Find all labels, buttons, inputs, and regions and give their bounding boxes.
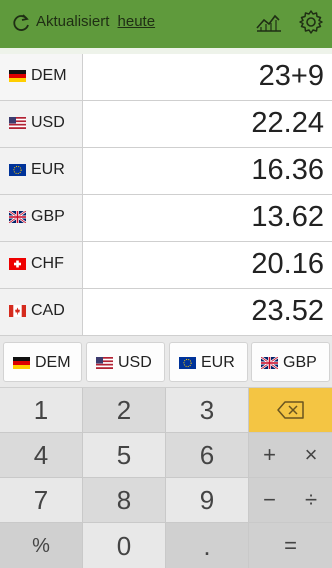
keypad: 1 2 3 4 5 6 + × 7 8 9 − ÷ % 0 . =	[0, 388, 332, 568]
key-label: %	[32, 534, 50, 557]
key-label: 1	[33, 395, 49, 425]
key-label: 4	[33, 440, 49, 470]
key-label: ÷	[304, 487, 318, 512]
currency-cell[interactable]: CAD	[0, 289, 83, 335]
refresh-icon[interactable]	[10, 12, 32, 34]
currency-code: USD	[31, 114, 65, 131]
currency-code: CHF	[31, 255, 64, 272]
ca-flag-icon	[9, 305, 26, 317]
tab-label: GBP	[283, 354, 317, 371]
tab-gbp[interactable]: GBP	[251, 342, 330, 382]
update-date-link[interactable]: heute	[118, 13, 156, 30]
currency-code: EUR	[31, 161, 65, 178]
currency-cell[interactable]: GBP	[0, 195, 83, 241]
gear-icon[interactable]	[298, 9, 324, 35]
key-label: 8	[116, 485, 132, 515]
update-status-text: Aktualisiert	[36, 13, 110, 30]
key-2[interactable]: 2	[83, 388, 166, 433]
chart-icon[interactable]	[255, 10, 283, 34]
currency-code: GBP	[31, 208, 65, 225]
currency-value[interactable]: 23.52	[251, 295, 324, 328]
key-5[interactable]: 5	[83, 433, 166, 478]
currency-cell[interactable]: USD	[0, 101, 83, 147]
percent-key[interactable]: %	[0, 523, 83, 568]
currency-row[interactable]: EUR 16.36	[0, 148, 332, 195]
currency-cell[interactable]: EUR	[0, 148, 83, 194]
key-label: ×	[304, 442, 318, 467]
key-0[interactable]: 0	[83, 523, 166, 568]
gb-flag-icon	[9, 211, 26, 223]
de-flag-icon	[13, 357, 30, 369]
equals-key[interactable]: =	[249, 523, 332, 568]
plus-key[interactable]: +	[249, 433, 290, 478]
key-4[interactable]: 4	[0, 433, 83, 478]
decimal-key[interactable]: .	[166, 523, 249, 568]
currency-row[interactable]: CHF 20.16	[0, 242, 332, 289]
backspace-icon	[276, 401, 304, 419]
key-7[interactable]: 7	[0, 478, 83, 523]
currency-value[interactable]: 22.24	[251, 107, 324, 140]
key-9[interactable]: 9	[166, 478, 249, 523]
currency-tabs: DEM USD EUR GBP	[0, 336, 332, 388]
currency-code: DEM	[31, 67, 67, 84]
ch-flag-icon	[9, 258, 26, 270]
top-bar: Aktualisiert heute	[0, 0, 332, 48]
currency-code: CAD	[31, 302, 65, 319]
key-label: .	[203, 530, 211, 561]
key-label: 9	[199, 485, 215, 515]
currency-list: DEM 23+9 USD 22.24 EUR 16.36 GBP 13.62 C…	[0, 54, 332, 336]
key-label: −	[263, 487, 276, 512]
eu-flag-icon	[9, 164, 26, 176]
gb-flag-icon	[261, 357, 278, 369]
us-flag-icon	[9, 117, 26, 129]
key-8[interactable]: 8	[83, 478, 166, 523]
currency-value[interactable]: 13.62	[251, 201, 324, 234]
key-label: 6	[199, 440, 215, 470]
key-label: 7	[33, 485, 49, 515]
currency-value[interactable]: 16.36	[251, 154, 324, 187]
backspace-key[interactable]	[249, 388, 332, 433]
divide-key[interactable]: ÷	[290, 478, 332, 523]
currency-value[interactable]: 20.16	[251, 248, 324, 281]
currency-value[interactable]: 23+9	[259, 60, 324, 93]
currency-row[interactable]: CAD 23.52	[0, 289, 332, 336]
currency-cell[interactable]: DEM	[0, 54, 83, 100]
key-1[interactable]: 1	[0, 388, 83, 433]
key-label: 0	[116, 530, 132, 561]
us-flag-icon	[96, 357, 113, 369]
currency-row[interactable]: DEM 23+9	[0, 54, 332, 101]
tab-label: DEM	[35, 354, 71, 371]
tab-dem[interactable]: DEM	[3, 342, 82, 382]
de-flag-icon	[9, 70, 26, 82]
key-label: 5	[116, 440, 132, 470]
update-status: Aktualisiert heute	[36, 13, 155, 30]
tab-usd[interactable]: USD	[86, 342, 165, 382]
times-key[interactable]: ×	[290, 433, 332, 478]
minus-key[interactable]: −	[249, 478, 290, 523]
currency-cell[interactable]: CHF	[0, 242, 83, 288]
key-6[interactable]: 6	[166, 433, 249, 478]
key-label: 2	[116, 395, 132, 425]
tab-label: USD	[118, 354, 152, 371]
key-label: +	[263, 442, 276, 467]
key-3[interactable]: 3	[166, 388, 249, 433]
currency-row[interactable]: USD 22.24	[0, 101, 332, 148]
tab-label: EUR	[201, 354, 235, 371]
eu-flag-icon	[179, 357, 196, 369]
key-label: =	[284, 532, 297, 558]
currency-row[interactable]: GBP 13.62	[0, 195, 332, 242]
tab-eur[interactable]: EUR	[169, 342, 248, 382]
key-label: 3	[199, 395, 215, 425]
